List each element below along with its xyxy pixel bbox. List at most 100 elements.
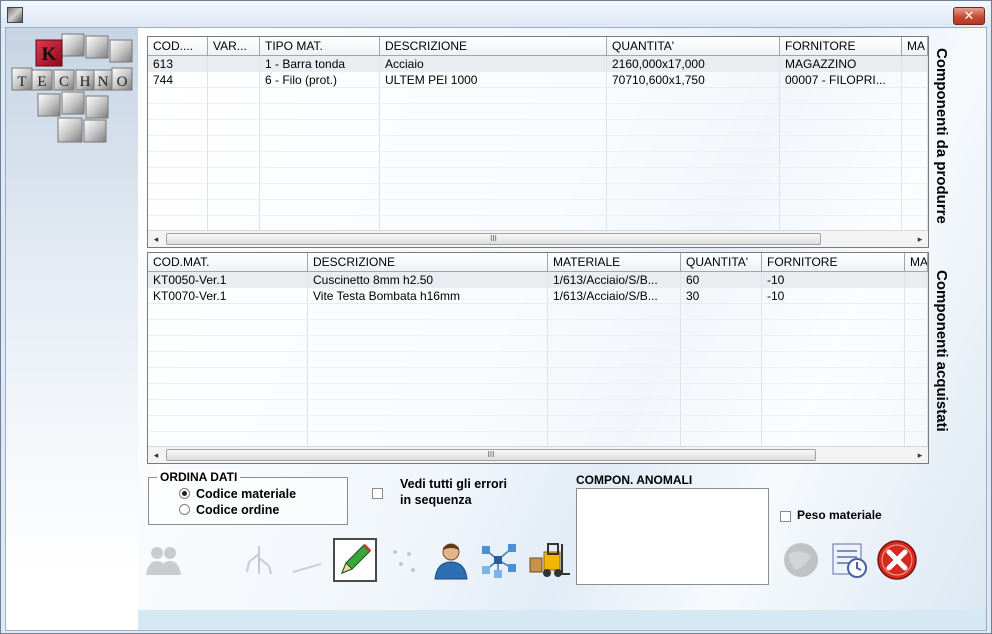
empty-cell: [260, 200, 380, 216]
grid-header: COD.... VAR... TIPO MAT. DESCRIZIONE QUANTIT…: [148, 37, 928, 56]
line-button[interactable]: [285, 538, 329, 582]
tree-button[interactable]: [237, 538, 281, 582]
empty-row: [148, 304, 928, 320]
vedi-errori-label-2: in sequenza: [400, 493, 472, 507]
grid-body: KT0050-Ver.1 Cuscinetto 8mm h2.50 1/613/Ac…: [148, 272, 928, 448]
scroll-right-arrow[interactable]: ▸: [914, 233, 926, 245]
table-row[interactable]: 613 1 - Barra tonda Acciaio 2160,000x17,000…: [148, 56, 928, 72]
table-row[interactable]: KT0050-Ver.1 Cuscinetto 8mm h2.50 1/613/Ac…: [148, 272, 928, 288]
globe-button[interactable]: [779, 538, 823, 582]
schedule-button[interactable]: [827, 538, 871, 582]
column-header[interactable]: DESCRIZIONE: [308, 253, 548, 272]
empty-cell: [380, 184, 607, 200]
column-header[interactable]: DESCRIZIONE: [380, 37, 607, 56]
title-bar: ✕: [1, 1, 991, 28]
empty-cell: [308, 304, 548, 320]
empty-cell: [148, 384, 308, 400]
empty-row: [148, 416, 928, 432]
empty-cell: [607, 88, 780, 104]
column-header[interactable]: QUANTITA': [681, 253, 762, 272]
vedi-errori-checkbox[interactable]: [372, 488, 383, 499]
network-button[interactable]: [477, 538, 521, 582]
radio-codice-ordine[interactable]: Codice ordine: [179, 502, 279, 517]
forklift-button[interactable]: [527, 538, 571, 582]
grid-componenti-acquistati[interactable]: COD.MAT. DESCRIZIONE MATERIALE QUANTITA' FOR…: [147, 252, 929, 464]
column-header[interactable]: MA: [902, 37, 928, 56]
edit-button[interactable]: [333, 538, 377, 582]
user-button[interactable]: [429, 538, 473, 582]
table-cell: ULTEM PEI 1000: [380, 72, 607, 88]
table-cell: 2160,000x17,000: [607, 56, 780, 72]
empty-cell: [902, 152, 928, 168]
empty-cell: [548, 320, 681, 336]
column-header[interactable]: VAR...: [208, 37, 260, 56]
scroll-right-arrow[interactable]: ▸: [914, 449, 926, 461]
horizontal-scrollbar[interactable]: ◂ III ▸: [148, 230, 928, 247]
empty-cell: [308, 368, 548, 384]
empty-cell: [780, 104, 902, 120]
column-header[interactable]: TIPO MAT.: [260, 37, 380, 56]
column-header[interactable]: MA: [905, 253, 928, 272]
empty-row: [148, 104, 928, 120]
empty-cell: [607, 136, 780, 152]
empty-cell: [548, 304, 681, 320]
table-row[interactable]: KT0070-Ver.1 Vite Testa Bombata h16mm 1/61…: [148, 288, 928, 304]
table-cell: [208, 72, 260, 88]
scroll-left-arrow[interactable]: ◂: [150, 449, 162, 461]
empty-cell: [780, 120, 902, 136]
column-header[interactable]: COD....: [148, 37, 208, 56]
logo-letter: C: [59, 74, 69, 90]
empty-cell: [148, 304, 308, 320]
empty-cell: [902, 184, 928, 200]
logo-letter: H: [80, 74, 91, 90]
scroll-thumb[interactable]: III: [166, 233, 821, 245]
column-header[interactable]: FORNITORE: [780, 37, 902, 56]
app-icon[interactable]: [7, 7, 23, 23]
empty-cell: [308, 400, 548, 416]
empty-cell: [762, 336, 905, 352]
table-cell: 1 - Barra tonda: [260, 56, 380, 72]
dots-button[interactable]: [381, 538, 425, 582]
empty-cell: [762, 416, 905, 432]
table-cell: [905, 288, 928, 304]
empty-cell: [681, 384, 762, 400]
radio-codice-materiale[interactable]: Codice materiale: [179, 486, 296, 501]
column-header[interactable]: COD.MAT.: [148, 253, 308, 272]
users-button[interactable]: [141, 538, 185, 582]
empty-cell: [148, 320, 308, 336]
scroll-left-arrow[interactable]: ◂: [150, 233, 162, 245]
window-close-button[interactable]: ✕: [953, 7, 985, 25]
empty-cell: [208, 184, 260, 200]
radio-indicator[interactable]: [179, 504, 190, 515]
empty-cell: [260, 104, 380, 120]
empty-cell: [148, 168, 208, 184]
empty-row: [148, 336, 928, 352]
logo-letter: E: [37, 74, 46, 90]
empty-cell: [148, 200, 208, 216]
grid-componenti-da-produrre[interactable]: COD.... VAR... TIPO MAT. DESCRIZIONE QUANTIT…: [147, 36, 929, 248]
empty-cell: [208, 104, 260, 120]
dots-icon: [393, 550, 415, 572]
status-strip: [138, 610, 986, 630]
empty-cell: [780, 152, 902, 168]
peso-materiale-checkbox[interactable]: [780, 511, 791, 522]
horizontal-scrollbar[interactable]: ◂ III ▸: [148, 446, 928, 463]
empty-cell: [902, 168, 928, 184]
empty-row: [148, 168, 928, 184]
empty-cell: [208, 88, 260, 104]
logo-letter: N: [98, 74, 109, 90]
table-cell: Acciaio: [380, 56, 607, 72]
radio-indicator[interactable]: [179, 488, 190, 499]
column-header[interactable]: FORNITORE: [762, 253, 905, 272]
empty-row: [148, 200, 928, 216]
empty-cell: [902, 88, 928, 104]
scroll-thumb[interactable]: III: [166, 449, 816, 461]
column-header[interactable]: QUANTITA': [607, 37, 780, 56]
compon-anomali-list[interactable]: [576, 488, 769, 585]
empty-cell: [548, 336, 681, 352]
empty-cell: [148, 352, 308, 368]
cancel-button[interactable]: [875, 538, 919, 582]
empty-cell: [148, 136, 208, 152]
column-header[interactable]: MATERIALE: [548, 253, 681, 272]
table-row[interactable]: 744 6 - Filo (prot.) ULTEM PEI 1000 70710,6…: [148, 72, 928, 88]
